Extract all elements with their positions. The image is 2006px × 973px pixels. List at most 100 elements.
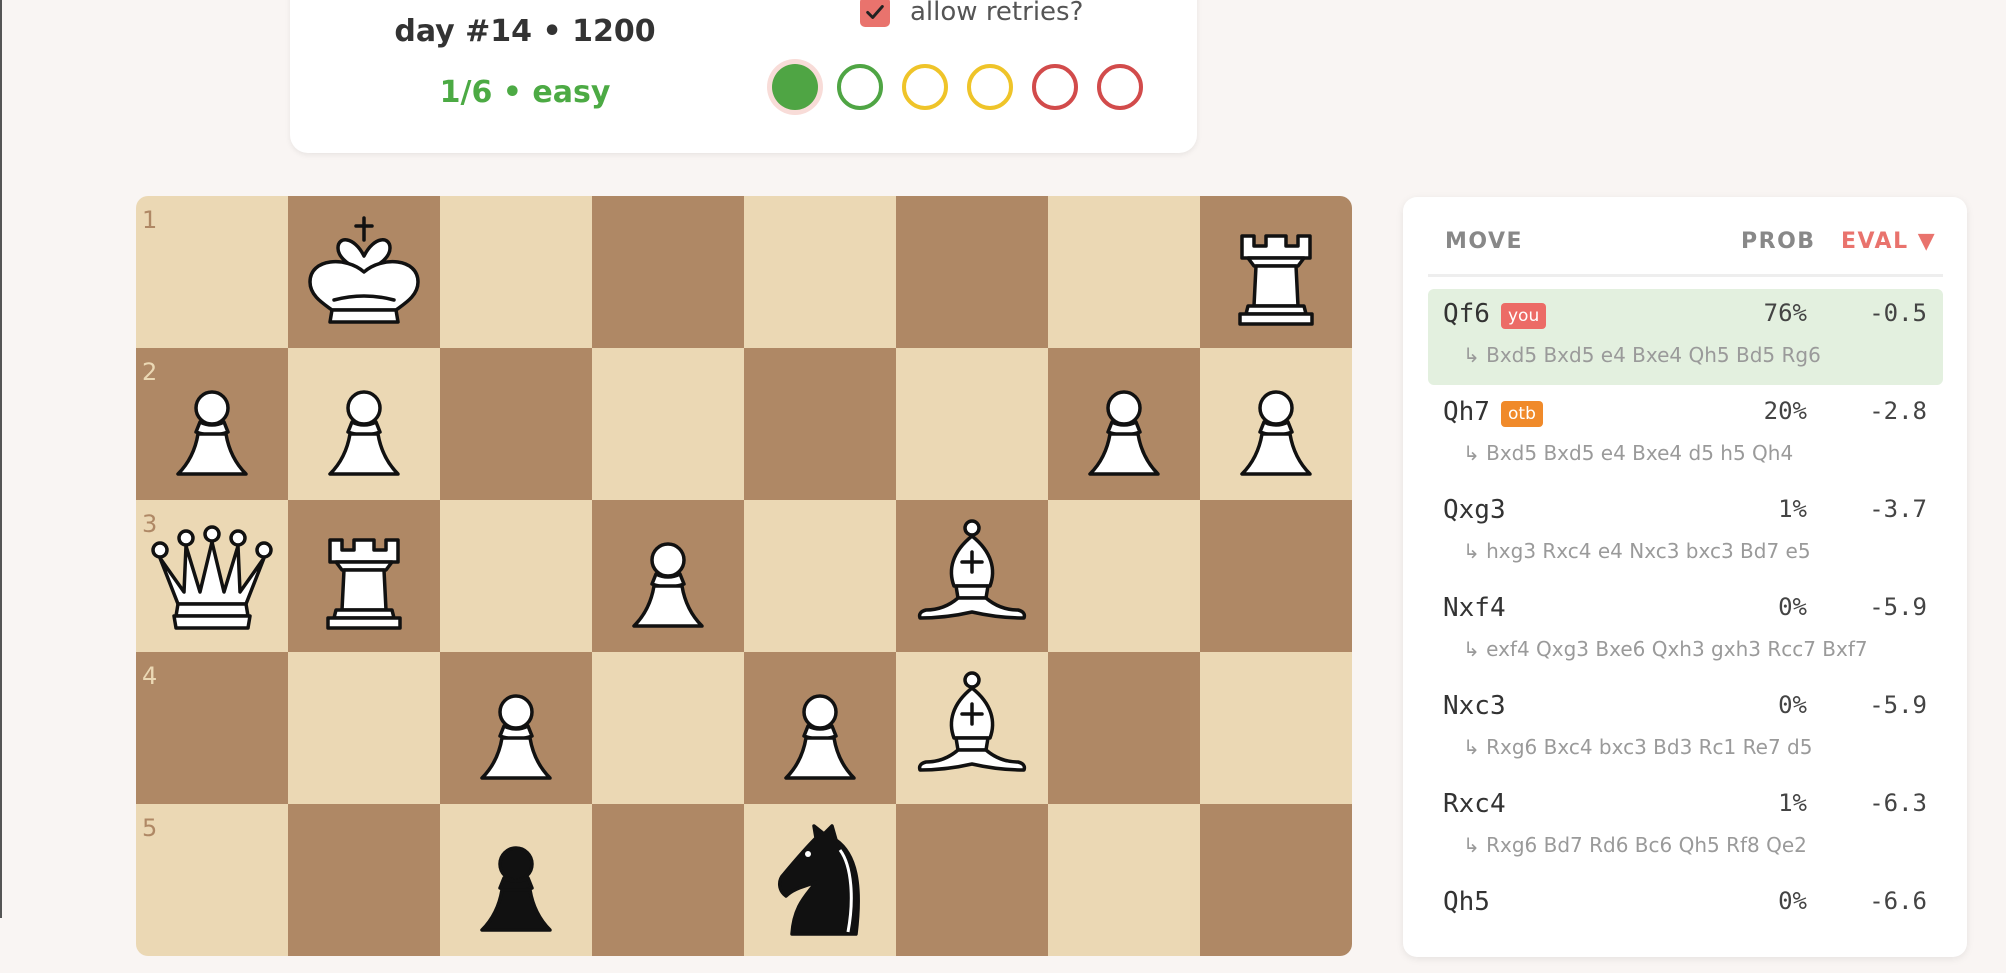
allow-retries-checkbox[interactable] [860,0,890,27]
move-evaluation: -2.8 [1869,397,1927,425]
board-square[interactable] [288,196,440,348]
move-row[interactable]: Qf6 you 76% -0.5 ↳ Bxd5 Bxd5 e4 Bxe4 Qh5 Bd5… [1428,289,1943,385]
move-probability: 76% [1763,299,1807,327]
principal-variation: ↳ Rxg6 Bd7 Rd6 Bc6 Qh5 Rf8 Qe2 [1463,833,1807,857]
board-square[interactable] [440,500,592,652]
move-row[interactable]: Qxg3 1% -3.7 ↳ hxg3 Rxc4 e4 Nxc3 bxc3 Bd7 e… [1428,485,1943,581]
board-square[interactable] [1048,500,1200,652]
board-square[interactable] [744,804,896,956]
board-square[interactable] [592,196,744,348]
move-evaluation: -6.3 [1869,789,1927,817]
move-probability: 1% [1778,495,1807,523]
prob-column-header[interactable]: PROB [1741,229,1816,254]
board-square[interactable] [1200,652,1352,804]
move-evaluation: -5.9 [1869,593,1927,621]
board-square[interactable] [288,348,440,500]
move-san: Nxc3 [1443,691,1506,721]
board-square[interactable] [592,652,744,804]
move-row[interactable]: Nxf4 0% -5.9 ↳ exf4 Qxg3 Bxe6 Qxh3 gxh3 Rcc… [1428,583,1943,679]
board-square[interactable] [440,804,592,956]
move-probability: 0% [1778,887,1807,915]
principal-variation: ↳ exf4 Qxg3 Bxe6 Qxh3 gxh3 Rcc7 Bxf7 [1463,637,1868,661]
move-san: Qh7 [1443,397,1490,427]
board-square[interactable]: 5 [136,804,288,956]
move-evaluation: -6.6 [1869,887,1927,915]
board-square[interactable] [288,500,440,652]
allow-retries-toggle[interactable]: allow retries? [860,0,1083,27]
header-divider [1428,274,1943,277]
chess-board[interactable]: 1 2 3 4 5 [136,196,1352,956]
puzzle-header-card: day #14 • 1200 1/6 • easy allow retries? [290,0,1197,153]
board-square[interactable] [744,500,896,652]
attempt-circle [772,64,818,110]
puzzle-difficulty: 1/6 • easy [439,75,611,110]
move-san: Nxf4 [1443,593,1506,623]
board-square[interactable] [592,804,744,956]
move-san: Qh5 [1443,887,1490,917]
board-square[interactable] [1048,804,1200,956]
board-square[interactable] [744,196,896,348]
rank-label: 1 [142,206,158,234]
move-evaluation: -5.9 [1869,691,1927,719]
move-column-header: MOVE [1445,229,1524,254]
board-square[interactable] [896,500,1048,652]
you-badge: you [1501,303,1547,329]
board-square[interactable] [1200,348,1352,500]
move-row[interactable]: Rxc4 1% -6.3 ↳ Rxg6 Bd7 Rd6 Bc6 Qh5 Rf8 Qe2 [1428,779,1943,875]
board-square[interactable] [896,652,1048,804]
board-square[interactable] [896,196,1048,348]
board-square[interactable] [440,196,592,348]
move-san: Qf6 [1443,299,1490,329]
board-square[interactable] [1200,196,1352,348]
move-probability: 0% [1778,593,1807,621]
move-san: Qxg3 [1443,495,1506,525]
puzzle-title: day #14 • 1200 [394,14,656,49]
move-row[interactable]: Nxc3 0% -5.9 ↳ Rxg6 Bxc4 bxc3 Bd3 Rc1 Re7 d… [1428,681,1943,777]
move-probability: 0% [1778,691,1807,719]
principal-variation: ↳ Bxd5 Bxd5 e4 Bxe4 d5 h5 Qh4 [1463,441,1794,465]
board-square[interactable]: 3 [136,500,288,652]
board-square[interactable] [1048,652,1200,804]
move-san: Rxc4 [1443,789,1506,819]
eval-column-header-sorted[interactable]: EVAL ▼ [1841,229,1936,254]
checkmark-icon [866,5,884,19]
attempt-circle [837,64,883,110]
board-square[interactable] [1048,348,1200,500]
attempt-circle [967,64,1013,110]
candidate-moves-panel: MOVE PROB EVAL ▼ Qf6 you 76% -0.5 ↳ Bxd5 Bxd… [1403,197,1967,957]
board-square[interactable]: 1 [136,196,288,348]
board-square[interactable] [288,652,440,804]
board-square[interactable] [592,348,744,500]
move-probability: 1% [1778,789,1807,817]
board-square[interactable] [896,348,1048,500]
move-row[interactable]: Qh7 otb 20% -2.8 ↳ Bxd5 Bxd5 e4 Bxe4 d5 h5 Q… [1428,387,1943,483]
board-square[interactable] [1200,500,1352,652]
board-square[interactable] [440,652,592,804]
board-square[interactable] [896,804,1048,956]
board-square[interactable] [288,804,440,956]
board-square[interactable]: 4 [136,652,288,804]
attempt-circle [1032,64,1078,110]
principal-variation: ↳ Rxg6 Bxc4 bxc3 Bd3 Rc1 Re7 d5 [1463,735,1813,759]
otb-badge: otb [1501,401,1543,427]
principal-variation: ↳ hxg3 Rxc4 e4 Nxc3 bxc3 Bd7 e5 [1463,539,1811,563]
board-square[interactable] [592,500,744,652]
board-square[interactable] [744,652,896,804]
board-square[interactable] [744,348,896,500]
allow-retries-label: allow retries? [910,0,1084,27]
board-square[interactable] [1200,804,1352,956]
board-square[interactable] [440,348,592,500]
move-row[interactable]: Qh5 0% -6.6 [1428,877,1943,973]
principal-variation: ↳ Bxd5 Bxd5 e4 Bxe4 Qh5 Bd5 Rg6 [1463,343,1821,367]
attempt-indicators [772,60,1172,120]
move-evaluation: -0.5 [1869,299,1927,327]
window-edge [0,0,2,918]
move-evaluation: -3.7 [1869,495,1927,523]
board-square[interactable] [1048,196,1200,348]
rank-label: 4 [142,662,158,690]
attempt-circle [1097,64,1143,110]
board-square[interactable]: 2 [136,348,288,500]
move-probability: 20% [1763,397,1807,425]
attempt-circle [902,64,948,110]
rank-label: 5 [142,814,158,842]
